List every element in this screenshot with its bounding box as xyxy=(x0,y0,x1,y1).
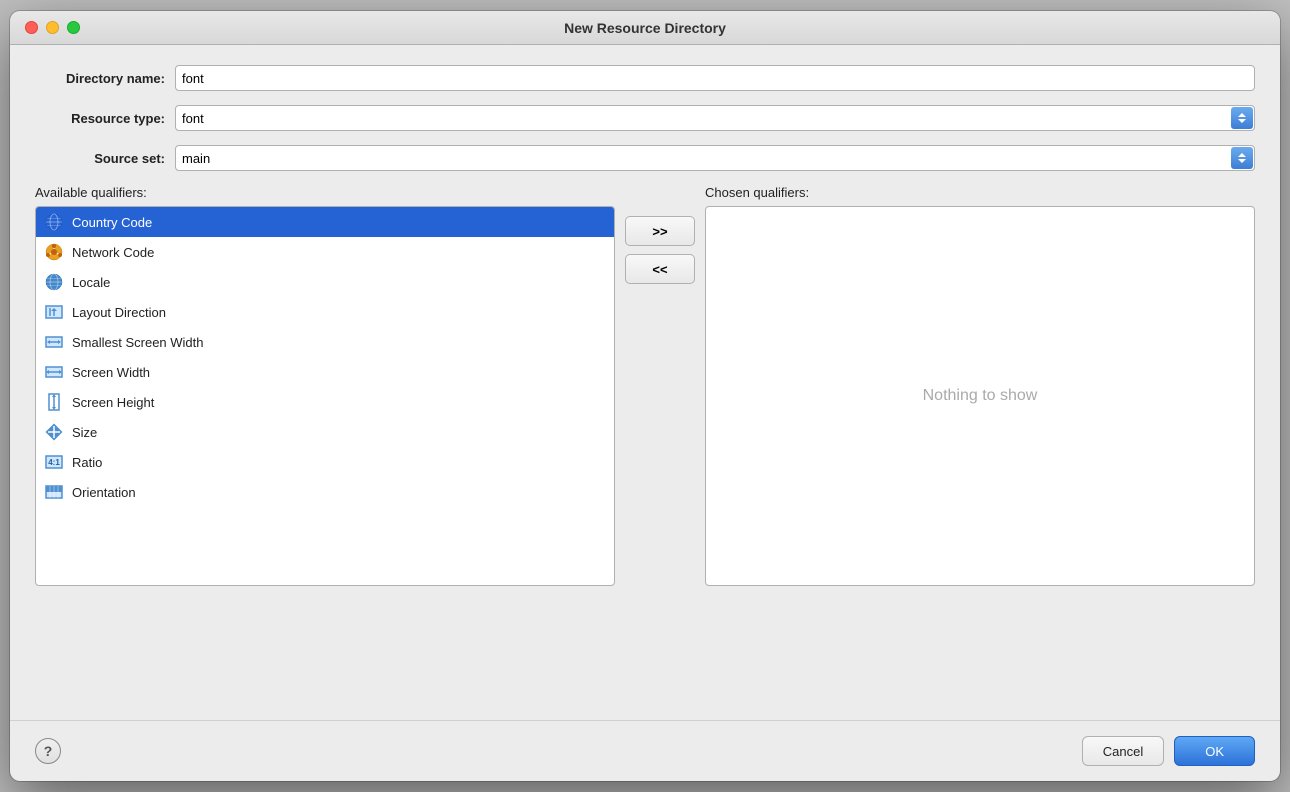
directory-name-row: Directory name: xyxy=(35,65,1255,91)
directory-name-label: Directory name: xyxy=(35,71,165,86)
transfer-buttons: >> << xyxy=(615,206,705,284)
qualifier-ratio[interactable]: 4:1 Ratio xyxy=(36,447,614,477)
qualifier-orientation[interactable]: Orientation xyxy=(36,477,614,507)
qualifiers-labels: Available qualifiers: Chosen qualifiers: xyxy=(35,185,1255,200)
dialog-window: New Resource Directory Directory name: R… xyxy=(10,11,1280,781)
qualifier-orientation-label: Orientation xyxy=(72,485,136,500)
qualifier-screen-width-label: Screen Width xyxy=(72,365,150,380)
footer-actions: Cancel OK xyxy=(1082,736,1255,766)
ok-button[interactable]: OK xyxy=(1174,736,1255,766)
dialog-footer: ? Cancel OK xyxy=(10,720,1280,781)
transfer-right-button[interactable]: >> xyxy=(625,216,695,246)
cancel-button[interactable]: Cancel xyxy=(1082,736,1164,766)
qualifier-smallest-screen-width[interactable]: Smallest Screen Width xyxy=(36,327,614,357)
window-title: New Resource Directory xyxy=(564,20,726,36)
layout-direction-icon xyxy=(44,302,64,322)
qualifier-network-code-label: Network Code xyxy=(72,245,154,260)
title-bar: New Resource Directory xyxy=(10,11,1280,45)
chosen-qualifiers-panel[interactable]: Nothing to show xyxy=(705,206,1255,586)
qualifier-layout-direction-label: Layout Direction xyxy=(72,305,166,320)
resource-type-label: Resource type: xyxy=(35,111,165,126)
help-button[interactable]: ? xyxy=(35,738,61,764)
maximize-button[interactable] xyxy=(67,21,80,34)
screen-height-icon xyxy=(44,392,64,412)
network-code-icon xyxy=(44,242,64,262)
screen-width-icon xyxy=(44,362,64,382)
qualifier-size-label: Size xyxy=(72,425,97,440)
minimize-button[interactable] xyxy=(46,21,59,34)
qualifier-size[interactable]: Size xyxy=(36,417,614,447)
qualifier-locale[interactable]: Locale xyxy=(36,267,614,297)
qualifier-locale-label: Locale xyxy=(72,275,110,290)
qualifiers-section: Available qualifiers: Chosen qualifiers: xyxy=(35,185,1255,700)
available-qualifiers-label: Available qualifiers: xyxy=(35,185,615,200)
resource-type-select[interactable]: font xyxy=(175,105,1255,131)
qualifier-screen-width[interactable]: Screen Width xyxy=(36,357,614,387)
resource-type-row: Resource type: font xyxy=(35,105,1255,131)
nothing-to-show-label: Nothing to show xyxy=(923,387,1038,405)
chosen-qualifiers-label: Chosen qualifiers: xyxy=(705,185,1255,200)
window-controls xyxy=(25,21,80,34)
dialog-content: Directory name: Resource type: font Sour… xyxy=(10,45,1280,720)
smallest-screen-width-icon xyxy=(44,332,64,352)
qualifier-smallest-screen-width-label: Smallest Screen Width xyxy=(72,335,204,350)
qualifier-country-code-label: Country Code xyxy=(72,215,152,230)
svg-text:4:1: 4:1 xyxy=(48,458,60,467)
orientation-icon xyxy=(44,482,64,502)
ratio-icon: 4:1 xyxy=(44,452,64,472)
directory-name-input[interactable] xyxy=(175,65,1255,91)
source-set-row: Source set: main xyxy=(35,145,1255,171)
transfer-left-button[interactable]: << xyxy=(625,254,695,284)
source-set-label: Source set: xyxy=(35,151,165,166)
country-code-icon xyxy=(44,212,64,232)
close-button[interactable] xyxy=(25,21,38,34)
qualifier-layout-direction[interactable]: Layout Direction xyxy=(36,297,614,327)
available-qualifiers-list[interactable]: Country Code xyxy=(35,206,615,586)
size-icon xyxy=(44,422,64,442)
source-set-select[interactable]: main xyxy=(175,145,1255,171)
qualifiers-main: Country Code xyxy=(35,206,1255,700)
qualifier-country-code[interactable]: Country Code xyxy=(36,207,614,237)
source-set-wrapper: main xyxy=(175,145,1255,171)
qualifier-network-code[interactable]: Network Code xyxy=(36,237,614,267)
locale-icon xyxy=(44,272,64,292)
qualifier-screen-height-label: Screen Height xyxy=(72,395,154,410)
resource-type-wrapper: font xyxy=(175,105,1255,131)
qualifier-screen-height[interactable]: Screen Height xyxy=(36,387,614,417)
qualifier-ratio-label: Ratio xyxy=(72,455,102,470)
